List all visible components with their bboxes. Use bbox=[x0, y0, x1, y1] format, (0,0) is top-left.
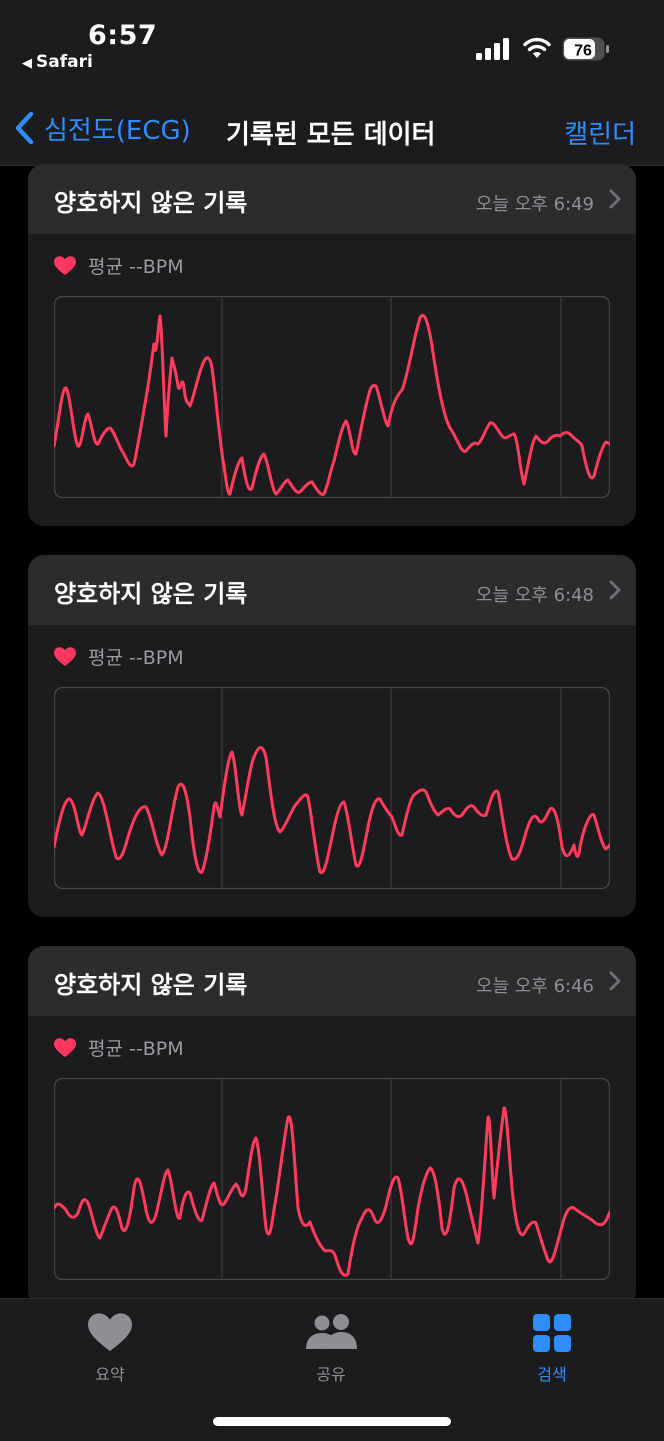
tab-browse[interactable]: 검색 bbox=[492, 1313, 612, 1385]
wifi-icon bbox=[523, 37, 551, 58]
status-bar: 6:57 ◀ Safari 76 bbox=[0, 0, 664, 80]
bpm-row: 평균 --BPM bbox=[54, 252, 184, 279]
tab-summary[interactable]: 요약 bbox=[50, 1313, 170, 1385]
chevron-left-icon bbox=[15, 111, 34, 145]
chevron-right-icon bbox=[609, 971, 621, 991]
tab-summary-label: 요약 bbox=[95, 1365, 125, 1384]
navigation-bar: 심전도(ECG) 기록된 모든 데이터 캘린더 bbox=[0, 80, 664, 166]
people-icon bbox=[306, 1314, 357, 1349]
card-header[interactable]: 양호하지 않은 기록 오늘 오후 6:48 bbox=[28, 555, 636, 625]
average-bpm: 평균 --BPM bbox=[88, 256, 184, 278]
home-indicator[interactable] bbox=[213, 1417, 451, 1426]
bpm-row: 평균 --BPM bbox=[54, 643, 184, 670]
chart-frame bbox=[54, 687, 610, 889]
back-button[interactable]: 심전도(ECG) bbox=[14, 108, 191, 148]
calendar-button[interactable]: 캘린더 bbox=[564, 114, 636, 151]
back-to-safari[interactable]: ◀ Safari bbox=[22, 52, 93, 72]
back-triangle-icon: ◀ bbox=[22, 56, 32, 71]
battery-level: 76 bbox=[574, 43, 592, 60]
grid-icon bbox=[533, 1314, 571, 1352]
tab-sharing[interactable]: 공유 bbox=[271, 1313, 391, 1385]
average-bpm: 평균 --BPM bbox=[88, 1038, 184, 1060]
ecg-waveform bbox=[54, 1106, 610, 1277]
card-header[interactable]: 양호하지 않은 기록 오늘 오후 6:49 bbox=[28, 164, 636, 234]
back-button-label: 심전도(ECG) bbox=[44, 115, 191, 146]
ecg-chart bbox=[54, 296, 610, 498]
chevron-right-icon bbox=[609, 580, 621, 600]
ecg-record-card[interactable]: 양호하지 않은 기록 오늘 오후 6:46 평균 --BPM bbox=[28, 946, 636, 1308]
cellular-signal-icon bbox=[476, 38, 509, 60]
page-title: 기록된 모든 데이터 bbox=[226, 120, 436, 150]
heart-icon bbox=[54, 255, 76, 275]
ecg-chart bbox=[54, 1078, 610, 1280]
heart-icon bbox=[54, 1037, 76, 1057]
record-time: 오늘 오후 6:49 bbox=[475, 194, 594, 215]
record-title: 양호하지 않은 기록 bbox=[54, 580, 248, 608]
tab-browse-label: 검색 bbox=[537, 1365, 567, 1384]
record-title: 양호하지 않은 기록 bbox=[54, 971, 248, 999]
chevron-right-icon bbox=[609, 189, 621, 209]
tab-sharing-label: 공유 bbox=[316, 1365, 346, 1384]
card-header[interactable]: 양호하지 않은 기록 오늘 오후 6:46 bbox=[28, 946, 636, 1016]
average-bpm: 평균 --BPM bbox=[88, 647, 184, 669]
ecg-chart bbox=[54, 687, 610, 889]
record-time: 오늘 오후 6:48 bbox=[475, 585, 594, 606]
ecg-waveform bbox=[54, 313, 610, 496]
ecg-waveform bbox=[54, 746, 610, 875]
ecg-record-card[interactable]: 양호하지 않은 기록 오늘 오후 6:48 평균 --BPM bbox=[28, 555, 636, 917]
ecg-record-card[interactable]: 양호하지 않은 기록 오늘 오후 6:49 평균 --BPM bbox=[28, 164, 636, 526]
heart-icon bbox=[88, 1313, 132, 1351]
record-time: 오늘 오후 6:46 bbox=[475, 976, 594, 997]
status-time: 6:57 bbox=[88, 20, 158, 51]
bpm-row: 평균 --BPM bbox=[54, 1034, 184, 1061]
back-app-label: Safari bbox=[36, 52, 93, 72]
record-title: 양호하지 않은 기록 bbox=[54, 189, 248, 217]
heart-icon bbox=[54, 646, 76, 666]
battery-icon: 76 bbox=[562, 37, 609, 61]
